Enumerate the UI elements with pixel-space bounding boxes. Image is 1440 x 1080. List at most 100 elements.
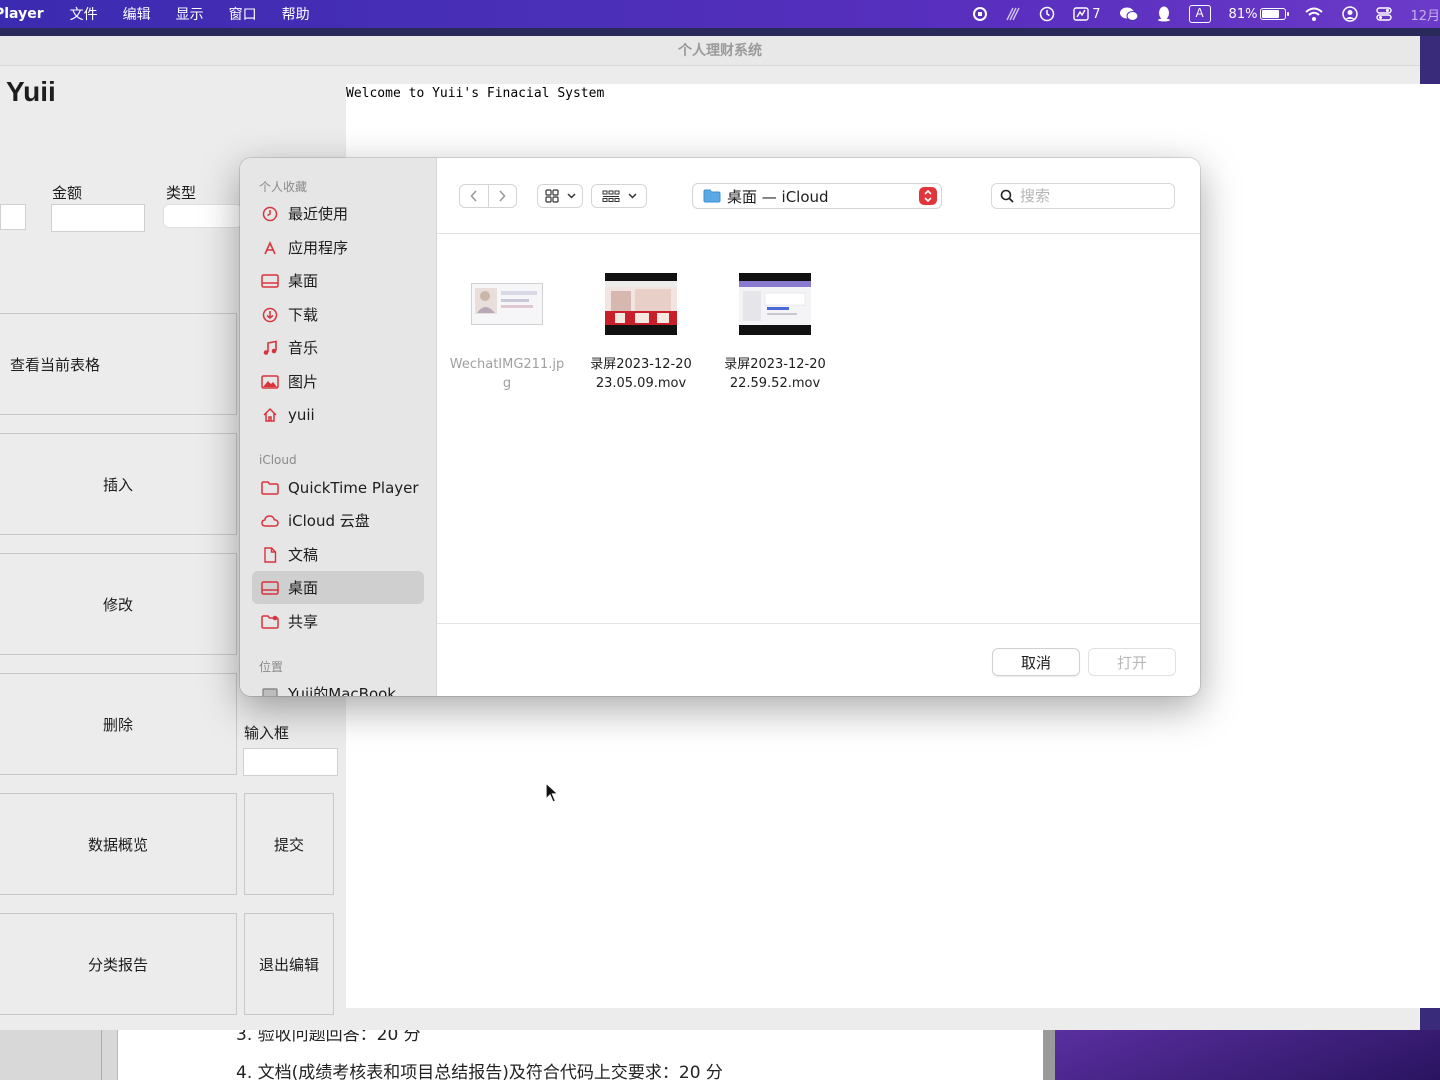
menu-help[interactable]: 帮助 [282,4,310,24]
favorites-section-title: 个人收藏 [259,180,308,194]
image-thumbnail [471,283,543,325]
download-icon [261,306,279,324]
open-label: 打开 [1116,653,1147,672]
shared-folder-icon [261,613,279,631]
screen-record-icon[interactable] [973,7,988,21]
search-icon [1000,189,1014,203]
exit-edit-label: 退出编辑 [258,955,319,974]
open-file-dialog: 个人收藏 最近使用 应用程序 桌面 下载 音乐 图片 yuii iCloud Q… [240,158,1200,696]
cancel-button[interactable]: 取消 [992,648,1080,676]
sidebar-item-pictures[interactable]: 图片 [252,365,424,398]
group-button[interactable] [591,184,647,208]
delete-button[interactable]: 删除 [0,673,237,775]
forward-button[interactable] [487,185,516,207]
input-method-indicator[interactable]: A [1188,5,1211,23]
amount-label: 金额 [52,184,83,202]
search-input[interactable] [1020,187,1160,205]
clock-icon [261,205,279,223]
cancel-label: 取消 [1020,653,1051,672]
battery-status[interactable]: 81% [1228,6,1290,22]
stripes-icon[interactable] [1005,6,1021,22]
music-icon [261,339,279,357]
icon-view-button[interactable] [537,184,583,208]
battery-icon [1260,8,1290,20]
background-doc-line-2: 4. 文档(成绩考核表和项目总结报告)及符合代码上交要求：20 分 [236,1063,723,1080]
desktop-icon [261,579,279,597]
sidebar-item-shared[interactable]: 共享 [252,605,424,638]
qq-icon[interactable] [1157,6,1171,22]
date-field[interactable] [0,204,26,230]
sidebar-item-label: 下载 [288,306,319,324]
overview-label: 数据概览 [87,835,148,854]
menubar-app-name[interactable]: Player [0,6,44,22]
battery-percent: 81% [1228,6,1258,22]
laptop-icon [261,685,279,696]
back-button[interactable] [460,185,488,207]
type-select[interactable] [163,204,243,228]
user-icon[interactable] [1342,6,1359,22]
search-box[interactable] [991,183,1175,209]
sidebar-item-desktop[interactable]: 桌面 [252,264,424,297]
exit-edit-button[interactable]: 退出编辑 [244,913,334,1015]
insert-button[interactable]: 插入 [0,433,237,535]
welcome-text: Welcome to Yuii's Finacial System [346,86,605,101]
photos-icon [261,373,279,391]
view-table-button[interactable]: 查看当前表格 [0,313,237,415]
category-report-label: 分类报告 [87,955,148,974]
date-text: 12月 [1410,8,1440,24]
dialog-footer: 取消 打开 [437,623,1200,696]
overview-button[interactable]: 数据概览 [0,793,237,895]
sidebar-item-icloud-drive[interactable]: iCloud 云盘 [252,504,424,537]
file-item-recording-2[interactable]: 录屏2023-12-20 22.59.52.mov [705,261,845,393]
menu-window[interactable]: 窗口 [229,4,257,24]
nav-buttons [459,184,517,208]
chevron-down-icon [566,193,576,199]
cloud-icon [261,512,279,530]
sidebar-item-downloads[interactable]: 下载 [252,298,424,331]
sidebar-item-label: 图片 [288,373,319,391]
menubar-clock[interactable]: 12月 [1410,5,1440,24]
category-report-button[interactable]: 分类报告 [0,913,237,1015]
sidebar-item-label: iCloud 云盘 [288,512,370,530]
desktop-icon [261,272,279,290]
location-popup[interactable]: 桌面 — iCloud [692,183,942,209]
control-center-icon[interactable] [1376,6,1393,22]
menu-file[interactable]: 文件 [70,4,98,24]
sidebar-item-quicktime-player[interactable]: QuickTime Player [252,471,424,504]
file-item-wechat-image[interactable]: WechatIMG211.jp g [437,261,577,393]
folder-icon [261,479,279,497]
mouse-pointer-icon [545,782,559,803]
sidebar-item-recents[interactable]: 最近使用 [252,197,424,230]
file-name: WechatIMG211.jp g [449,357,565,391]
sidebar-item-label: yuii [288,405,315,424]
sidebar-item-home[interactable]: yuii [252,398,424,431]
modify-button[interactable]: 修改 [0,553,237,655]
sidebar-item-macbook[interactable]: Yuii的MacBook [252,677,424,696]
folder-icon [703,189,721,203]
app-brand: Yuii [6,76,56,107]
time-machine-icon[interactable] [1039,6,1055,22]
input-label: 输入框 [244,724,290,742]
input-method-icon: A [1188,5,1211,23]
sidebar-item-music[interactable]: 音乐 [252,331,424,364]
amount-field[interactable] [51,204,145,232]
menu-view[interactable]: 显示 [176,4,204,24]
sidebar-item-documents[interactable]: 文稿 [252,538,424,571]
document-icon [261,546,279,564]
wechat-icon[interactable] [1119,6,1139,22]
wifi-icon[interactable] [1304,6,1324,22]
file-item-recording-1[interactable]: 录屏2023-12-20 23.05.09.mov [571,261,711,393]
background-document-edge [1043,1030,1055,1080]
menu-edit[interactable]: 编辑 [123,4,151,24]
badge-count: 7 [1092,6,1101,22]
video-thumbnail [739,273,811,335]
menubar: Player 文件 编辑 显示 窗口 帮助 7 A 81% [0,0,1440,28]
submit-button[interactable]: 提交 [244,793,334,895]
modify-label: 修改 [102,595,133,614]
open-button[interactable]: 打开 [1088,648,1176,676]
notification-badge[interactable]: 7 [1073,6,1101,22]
sidebar-item-icloud-desktop[interactable]: 桌面 [252,571,424,604]
dialog-toolbar: 桌面 — iCloud [437,158,1200,234]
input-field[interactable] [243,748,338,776]
sidebar-item-applications[interactable]: 应用程序 [252,231,424,264]
